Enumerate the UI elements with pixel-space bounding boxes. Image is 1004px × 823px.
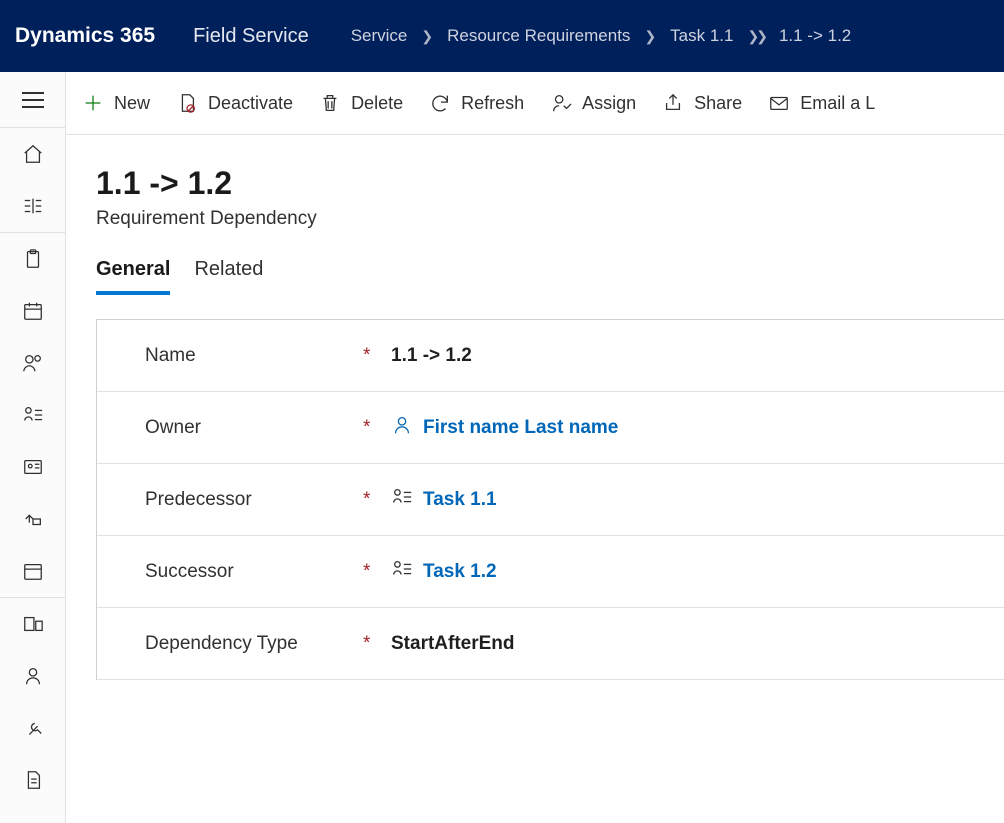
field-predecessor-link[interactable]: Task 1.1 [423,489,497,511]
calendar2-icon [22,560,44,582]
tabs: General Related [96,258,1004,295]
assign-button[interactable]: Assign [550,92,636,114]
field-name-label: Name [145,345,363,367]
field-name-text: 1.1 -> 1.2 [391,345,472,367]
app-title: Dynamics 365 [15,24,155,48]
person-list-icon [391,558,413,586]
sidebar-item-calendar[interactable] [0,285,66,337]
share-icon [662,92,684,114]
field-successor-value[interactable]: Task 1.2 [391,558,1004,586]
clipboard-icon [22,248,44,270]
home-icon [22,143,44,165]
form-panel: Name * 1.1 -> 1.2 Owner * First name Las… [96,319,1004,680]
field-owner-value[interactable]: First name Last name [391,414,1004,442]
field-predecessor-row: Predecessor * Task 1.1 [97,464,1004,536]
sidebar [0,72,66,823]
required-indicator: * [363,489,391,511]
person-icon [391,414,413,442]
assign-label: Assign [582,93,636,114]
toolbox-icon [22,508,44,530]
sidebar-item-panels[interactable] [0,598,66,650]
share-label: Share [694,93,742,114]
field-name-value[interactable]: 1.1 -> 1.2 [391,345,1004,367]
sidebar-item-clipboard[interactable] [0,233,66,285]
field-successor-row: Successor * Task 1.2 [97,536,1004,608]
new-button[interactable]: New [82,92,150,114]
wrench-icon [22,717,44,739]
record-entity-name: Requirement Dependency [96,208,1004,230]
id-card-icon [22,456,44,478]
sidebar-item-sitemap[interactable] [0,180,66,232]
sitemap-icon [22,195,44,217]
sidebar-item-card[interactable] [0,441,66,493]
refresh-icon [429,92,451,114]
main: New Deactivate Delete Refresh Assign Sha… [66,72,1004,823]
trash-icon [319,92,341,114]
field-dependency-type-label: Dependency Type [145,633,363,655]
delete-button[interactable]: Delete [319,92,403,114]
app-subtitle[interactable]: Field Service [193,25,309,48]
sidebar-item-document[interactable] [0,754,66,806]
field-successor-label: Successor [145,561,363,583]
tab-general[interactable]: General [96,258,170,295]
breadcrumb-parent[interactable]: Resource Requirements [447,26,630,46]
field-name-row: Name * 1.1 -> 1.2 [97,320,1004,392]
hamburger-icon [21,91,45,109]
sidebar-item-wrench[interactable] [0,702,66,754]
refresh-button[interactable]: Refresh [429,92,524,114]
panels-icon [22,613,44,635]
delete-label: Delete [351,93,403,114]
new-label: New [114,93,150,114]
tab-related[interactable]: Related [194,258,263,295]
field-owner-row: Owner * First name Last name [97,392,1004,464]
record-content: 1.1 -> 1.2 Requirement Dependency Genera… [66,135,1004,823]
breadcrumb: Service ❯ Resource Requirements ❯ Task 1… [347,26,856,46]
sidebar-item-service[interactable] [0,493,66,545]
share-button[interactable]: Share [662,92,742,114]
sidebar-item-schedule[interactable] [0,545,66,597]
refresh-label: Refresh [461,93,524,114]
required-indicator: * [363,417,391,439]
deactivate-button[interactable]: Deactivate [176,92,293,114]
field-owner-label: Owner [145,417,363,439]
field-dependency-type-row: Dependency Type * StartAfterEnd [97,608,1004,680]
field-predecessor-value[interactable]: Task 1.1 [391,486,1004,514]
sidebar-item-person[interactable] [0,650,66,702]
required-indicator: * [363,345,391,367]
record-title: 1.1 -> 1.2 [96,165,1004,202]
plus-icon [82,92,104,114]
double-chevron-right-icon: ❯❯ [747,28,764,45]
person-list-icon [391,486,413,514]
email-label: Email a L [800,93,875,114]
field-predecessor-label: Predecessor [145,489,363,511]
field-dependency-type-text: StartAfterEnd [391,633,515,655]
chevron-right-icon: ❯ [644,28,656,45]
sidebar-item-people[interactable] [0,337,66,389]
field-dependency-type-value[interactable]: StartAfterEnd [391,633,1004,655]
email-icon [768,92,790,114]
person-list-icon [22,404,44,426]
person-icon [22,665,44,687]
hamburger-button[interactable] [0,72,65,128]
command-bar: New Deactivate Delete Refresh Assign Sha… [66,72,1004,135]
document-icon [22,769,44,791]
people-icon [22,352,44,374]
sidebar-item-resource-list[interactable] [0,389,66,441]
sidebar-item-home[interactable] [0,128,66,180]
required-indicator: * [363,561,391,583]
deactivate-icon [176,92,198,114]
chevron-right-icon: ❯ [421,28,433,45]
breadcrumb-area[interactable]: Service [351,26,408,46]
calendar-icon [22,300,44,322]
top-header: Dynamics 365 Field Service Service ❯ Res… [0,0,1004,72]
breadcrumb-record-parent[interactable]: Task 1.1 [670,26,733,46]
required-indicator: * [363,633,391,655]
field-successor-link[interactable]: Task 1.2 [423,561,497,583]
assign-icon [550,92,572,114]
deactivate-label: Deactivate [208,93,293,114]
email-button[interactable]: Email a L [768,92,875,114]
breadcrumb-record: 1.1 -> 1.2 [779,26,851,46]
field-owner-link[interactable]: First name Last name [423,417,618,439]
